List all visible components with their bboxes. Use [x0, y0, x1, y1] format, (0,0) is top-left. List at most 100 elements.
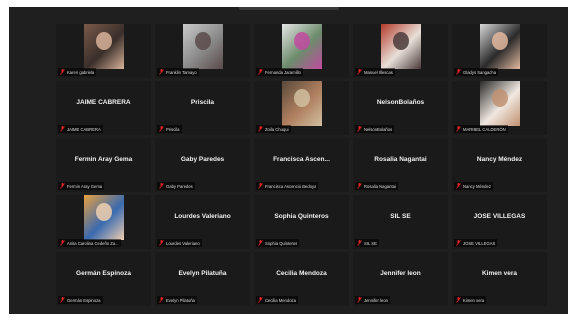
participant-name-label: SIL SE	[364, 240, 377, 246]
participant-face	[195, 32, 211, 50]
participant-label: Zoila Chuqui	[256, 125, 291, 133]
participant-label: Germán Espinoza	[58, 296, 103, 304]
participant-tile[interactable]: Cecilia Mendoza Cecilia Mendoza	[254, 252, 349, 306]
participant-display-name: Jennifer leon	[380, 270, 421, 277]
mic-muted-icon	[60, 297, 65, 303]
participant-label: Karen gabriela	[58, 68, 97, 76]
participant-tile[interactable]: Evelyn Pilatuña Evelyn Pilatuña	[155, 252, 250, 306]
participant-name-label: Sophia Quinteros	[265, 240, 298, 246]
mic-muted-icon	[357, 126, 362, 132]
participant-display-name: NelsonBolaños	[376, 99, 425, 106]
participant-name-label: JAIME CABRERA	[67, 126, 101, 132]
participant-name-label: Anita Carolina Cedeño Za...	[67, 240, 119, 246]
participant-label: Kimen vera	[454, 296, 487, 304]
participant-label: Fermin Aray Gema	[58, 182, 105, 190]
participant-name-label: Manuel Illescas	[364, 69, 393, 75]
participant-name-label: Franklin Tamayo	[166, 69, 197, 75]
participant-tile[interactable]: Fernanda Jaramillo	[254, 24, 349, 78]
participant-name-label: Kimen vera	[463, 297, 485, 303]
participant-video	[480, 24, 520, 69]
participant-video	[282, 24, 322, 69]
participant-tile[interactable]: JAIME CABRERA JAIME CABRERA	[56, 81, 151, 135]
participant-label: NelsonBolaños	[355, 125, 395, 133]
participant-tile[interactable]: Nancy Méndez Nancy Méndez	[452, 138, 547, 192]
participant-face	[492, 32, 508, 50]
mic-muted-icon	[357, 297, 362, 303]
participant-display-name: Evelyn Pilatuña	[178, 270, 227, 277]
participant-tile[interactable]: Karen gabriela	[56, 24, 151, 78]
participant-display-name: Francisca Ascen...	[273, 156, 330, 163]
participant-video	[183, 24, 223, 69]
participant-label: Evelyn Pilatuña	[157, 296, 197, 304]
participant-tile[interactable]: Gaby Paredes Gaby Paredes	[155, 138, 250, 192]
mic-muted-icon	[159, 69, 164, 75]
participant-name-label: Francisca Ascencio Bedoya	[265, 183, 317, 189]
participant-tile[interactable]: Jennifer leon Jennifer leon	[353, 252, 448, 306]
mic-muted-icon	[258, 69, 263, 75]
participant-tile[interactable]: NelsonBolaños NelsonBolaños	[353, 81, 448, 135]
participant-name-label: JOSE VILLEGAS	[463, 240, 496, 246]
participant-tile[interactable]: Sophia Quinteros Sophia Quinteros	[254, 195, 349, 249]
participant-video	[282, 81, 322, 126]
participant-label: Priscila	[157, 125, 182, 133]
participant-label: Gaby Paredes	[157, 182, 195, 190]
mic-muted-icon	[456, 126, 461, 132]
participant-name-label: Karen gabriela	[67, 69, 95, 75]
participant-label: Lourdes Valeriano	[157, 239, 202, 247]
meeting-window: Karen gabriela Franklin Tamayo Fernanda Ja…	[9, 7, 568, 314]
participant-name-label: Nancy Méndez	[463, 183, 491, 189]
participant-tile[interactable]: Lourdes Valeriano Lourdes Valeriano	[155, 195, 250, 249]
participant-tile[interactable]: Francisca Ascen... Francisca Ascencio Bed…	[254, 138, 349, 192]
top-handle[interactable]	[239, 7, 339, 10]
participant-tile[interactable]: Manuel Illescas	[353, 24, 448, 78]
mic-muted-icon	[258, 183, 263, 189]
participant-name-label: Zoila Chuqui	[265, 126, 289, 132]
participant-tile[interactable]: Gladys Sangacha	[452, 24, 547, 78]
participant-tile[interactable]: Zoila Chuqui	[254, 81, 349, 135]
participant-tile[interactable]: Kimen vera Kimen vera	[452, 252, 547, 306]
mic-muted-icon	[357, 69, 362, 75]
participant-label: Franklin Tamayo	[157, 68, 199, 76]
participant-tile[interactable]: SIL SE SIL SE	[353, 195, 448, 249]
mic-muted-icon	[60, 69, 65, 75]
participant-tile[interactable]: Franklin Tamayo	[155, 24, 250, 78]
participant-name-label: Lourdes Valeriano	[166, 240, 200, 246]
mic-muted-icon	[456, 69, 461, 75]
participant-label: Jennifer leon	[355, 296, 390, 304]
participant-name-label: Germán Espinoza	[67, 297, 101, 303]
participant-tile[interactable]: Anita Carolina Cedeño Za...	[56, 195, 151, 249]
mic-muted-icon	[456, 183, 461, 189]
participant-face	[393, 32, 409, 50]
mic-muted-icon	[159, 126, 164, 132]
participant-name-label: Fermin Aray Gema	[67, 183, 103, 189]
participant-tile[interactable]: Rosalia Nagantai Rosalia Nagantai	[353, 138, 448, 192]
participant-tile[interactable]: Fermin Aray Gema Fermin Aray Gema	[56, 138, 151, 192]
mic-muted-icon	[60, 183, 65, 189]
participant-name-label: MARIBEL CALDERÓN	[463, 126, 506, 132]
participant-tile[interactable]: Germán Espinoza Germán Espinoza	[56, 252, 151, 306]
participant-face	[96, 32, 112, 50]
participant-label: Anita Carolina Cedeño Za...	[58, 239, 121, 247]
participant-video	[480, 81, 520, 126]
participant-face	[492, 89, 508, 107]
participant-display-name: Rosalia Nagantai	[374, 156, 427, 163]
participant-tile[interactable]: Priscila Priscila	[155, 81, 250, 135]
participant-label: Gladys Sangacha	[454, 68, 499, 76]
mic-muted-icon	[60, 240, 65, 246]
participant-tile[interactable]: JOSE VILLEGAS JOSE VILLEGAS	[452, 195, 547, 249]
participant-name-label: Priscila	[166, 126, 180, 132]
gallery-grid: Karen gabriela Franklin Tamayo Fernanda Ja…	[56, 24, 547, 306]
participant-face	[294, 32, 310, 50]
participant-face	[294, 89, 310, 107]
participant-label: Francisca Ascencio Bedoya	[256, 182, 319, 190]
participant-name-label: Gladys Sangacha	[463, 69, 497, 75]
mic-muted-icon	[159, 183, 164, 189]
participant-tile[interactable]: MARIBEL CALDERÓN	[452, 81, 547, 135]
participant-label: Sophia Quinteros	[256, 239, 300, 247]
participant-label: Manuel Illescas	[355, 68, 395, 76]
mic-muted-icon	[456, 297, 461, 303]
participant-label: Cecilia Mendoza	[256, 296, 298, 304]
participant-display-name: Cecilia Mendoza	[276, 270, 327, 277]
mic-muted-icon	[258, 126, 263, 132]
participant-display-name: Sophia Quinteros	[274, 213, 329, 220]
